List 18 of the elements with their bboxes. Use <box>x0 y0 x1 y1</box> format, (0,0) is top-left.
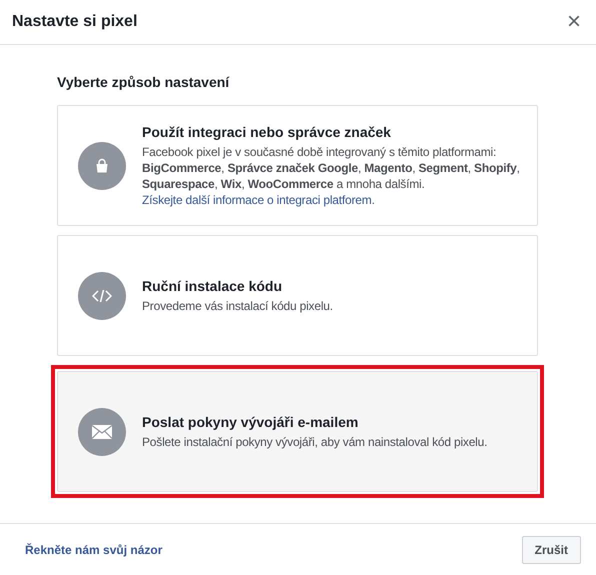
option-card[interactable] <box>57 105 538 226</box>
option-description: Provedeme vás instalací kódu pixelu. <box>142 298 333 314</box>
option-title: Použít integraci nebo správce značek <box>142 123 392 141</box>
info-link[interactable]: Získejte další informace o integraci platforem. <box>142 192 525 208</box>
envelope-icon <box>92 424 112 438</box>
option-title: Ruční instalace kódu <box>142 277 284 295</box>
option-description: Facebook pixel je v současné době integrovaný s těmito platformami: BigCommerce, Správce značek Google, Magento, Segment, Shopify, Squarespace, Wix, WooCommerce a mnoha dalšími. <box>142 144 521 192</box>
cancel-button[interactable]: Zrušit <box>522 536 581 564</box>
code-icon <box>92 288 112 302</box>
close-button[interactable]: × <box>564 10 584 34</box>
dialog-title: Nastavte si pixel <box>12 12 138 32</box>
shopping-bag-icon <box>94 158 110 174</box>
option-card[interactable]: Poslat pokyny vývojáři e-mailem Pošlete instalační pokyny vývojáři, aby vám nainstaloval kód pixelu. <box>57 371 538 492</box>
section-heading: Vyberte způsob nastavení <box>57 73 230 92</box>
option-description: Pošlete instalační pokyny vývojáři, aby vám nainstaloval kód pixelu. <box>142 434 488 450</box>
option-card[interactable]: Ruční instalace kódu Provedeme vás instalací kódu pixelu. <box>57 235 538 356</box>
feedback-link[interactable]: Řekněte nám svůj názor <box>25 540 162 558</box>
option-title: Poslat pokyny vývojáři e-mailem <box>142 413 360 431</box>
